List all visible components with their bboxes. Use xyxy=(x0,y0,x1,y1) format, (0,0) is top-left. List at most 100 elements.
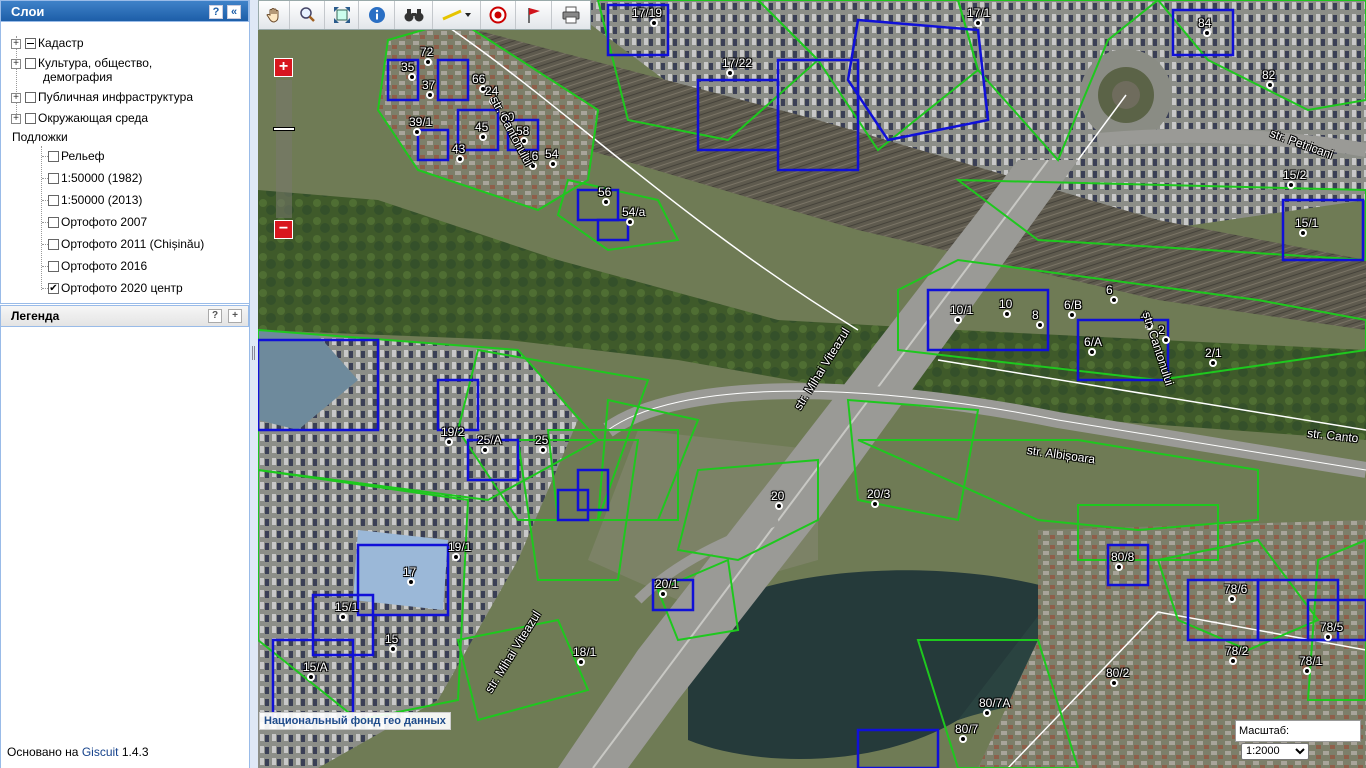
parcel-point-icon xyxy=(479,85,487,93)
scale-select[interactable]: 1:2000 xyxy=(1241,742,1309,760)
layer-label: Кадастр xyxy=(38,36,84,50)
basemap-ortho-2007[interactable]: Ортофото 2007 xyxy=(48,213,147,231)
zoom-slider-thumb[interactable] xyxy=(273,127,295,131)
footer-version: 1.4.3 xyxy=(121,745,149,759)
parcel-point-icon xyxy=(959,735,967,743)
parcel-point-icon xyxy=(481,446,489,454)
layer-checkbox[interactable] xyxy=(25,58,36,70)
help-button[interactable]: ? xyxy=(209,5,223,19)
basemap-ortho-2011[interactable]: Ортофото 2011 (Chișinău) xyxy=(48,235,204,253)
parcel-point-icon xyxy=(659,590,667,598)
expand-icon[interactable]: + xyxy=(11,38,21,49)
parcel-point-icon xyxy=(408,73,416,81)
parcel-point-icon xyxy=(479,133,487,141)
parcel-point-icon xyxy=(426,91,434,99)
parcel-point-icon xyxy=(389,645,397,653)
expand-icon[interactable]: + xyxy=(11,92,21,103)
parcel-point-icon xyxy=(424,58,432,66)
parcel-point-icon xyxy=(1036,321,1044,329)
expand-icon[interactable]: + xyxy=(11,113,21,124)
legend-help-button[interactable]: ? xyxy=(208,309,222,323)
zoom-slider-track[interactable] xyxy=(273,80,295,218)
basemap-radio[interactable] xyxy=(48,195,59,207)
footer: Основано на Giscuit 1.4.3 xyxy=(7,745,149,759)
footer-prefix: Основано на xyxy=(7,745,79,759)
basemap-label: Ортофото 2011 (Chișinău) xyxy=(61,237,205,251)
panel-splitter[interactable] xyxy=(250,0,258,768)
legend-expand-button[interactable]: + xyxy=(228,309,242,323)
layer-checkbox[interactable] xyxy=(25,113,36,125)
basemap-radio[interactable] xyxy=(48,239,59,251)
layers-panel-title: Слои xyxy=(11,4,45,19)
flag-icon[interactable] xyxy=(516,1,553,29)
parcel-point-icon xyxy=(1110,296,1118,304)
parcel-point-icon xyxy=(307,673,315,681)
parcel-point-icon xyxy=(1209,359,1217,367)
parcel-point-icon xyxy=(775,502,783,510)
basemap-label: Ортофото 2007 xyxy=(61,215,148,229)
basemap-ortho-2020[interactable]: ✔ Ортофото 2020 центр xyxy=(48,279,183,297)
measure-icon[interactable] xyxy=(433,1,481,29)
layer-label: Окружающая среда xyxy=(38,111,149,125)
parcel-point-icon xyxy=(407,578,415,586)
left-panel: Слои ? « + Кадастр + Культура, общество, д… xyxy=(0,0,250,768)
zoom-control: + − xyxy=(273,58,295,240)
legend-title: Легенда xyxy=(11,309,60,323)
info-icon[interactable] xyxy=(359,1,396,29)
scale-control: Масштаб: 1:2000 xyxy=(1235,720,1361,760)
giscuit-link[interactable]: Giscuit xyxy=(82,745,119,759)
basemap-label: Ортофото 2016 xyxy=(61,259,148,273)
legend-panel-header: Легенда ? + xyxy=(0,305,249,327)
parcel-point-icon xyxy=(452,553,460,561)
parcel-point-icon xyxy=(445,438,453,446)
binoculars-icon[interactable] xyxy=(395,1,433,29)
scale-label: Масштаб: xyxy=(1239,725,1290,737)
zoom-out-button[interactable]: − xyxy=(274,220,293,239)
parcel-point-icon xyxy=(1266,81,1274,89)
basemap-50000-1982[interactable]: 1:50000 (1982) xyxy=(48,169,142,187)
basemap-label: 1:50000 (2013) xyxy=(61,193,143,207)
zoom-box-icon[interactable] xyxy=(290,1,325,29)
parcel-point-icon xyxy=(1324,633,1332,641)
layer-label: Публичная инфраструктура xyxy=(38,90,193,104)
basemap-label: 1:50000 (1982) xyxy=(61,171,143,185)
basemap-radio[interactable] xyxy=(48,151,59,163)
layer-tree: + Кадастр + Культура, общество, демография… xyxy=(0,22,249,304)
target-icon[interactable] xyxy=(481,1,517,29)
parcel-point-icon xyxy=(413,128,421,136)
checkmark-icon[interactable]: ✔ xyxy=(48,283,59,295)
basemap-radio[interactable] xyxy=(48,173,59,185)
layer-group-cadastre[interactable]: + Кадастр xyxy=(11,34,84,52)
parcel-point-icon xyxy=(1110,679,1118,687)
layer-group-environment[interactable]: + Окружающая среда xyxy=(11,109,148,127)
parcel-point-icon xyxy=(549,160,557,168)
parcel-point-icon xyxy=(1303,667,1311,675)
expand-icon[interactable]: + xyxy=(11,58,21,69)
parcel-point-icon xyxy=(1115,563,1123,571)
parcel-point-icon xyxy=(1003,310,1011,318)
parcel-point-icon xyxy=(1068,311,1076,319)
map-canvas[interactable]: 17/19 17/1 84 72 35 37 66 24 30 39/1 45 58 43 16 54 56 5… xyxy=(258,0,1366,768)
basemap-radio[interactable] xyxy=(48,217,59,229)
basemap-relief[interactable]: Рельеф xyxy=(48,147,105,165)
parcel-point-icon xyxy=(983,709,991,717)
collapse-panel-button[interactable]: « xyxy=(227,5,241,19)
layer-label-continued: демография xyxy=(43,70,113,84)
basemap-radio[interactable] xyxy=(48,261,59,273)
parcel-point-icon xyxy=(1203,29,1211,37)
basemap-ortho-2016[interactable]: Ортофото 2016 xyxy=(48,257,147,275)
parcel-point-icon xyxy=(650,19,658,27)
basemap-label: Рельеф xyxy=(61,149,105,163)
basemap-50000-2013[interactable]: 1:50000 (2013) xyxy=(48,191,142,209)
layer-group-public-infrastructure[interactable]: + Публичная инфраструктура xyxy=(11,88,193,106)
layer-checkbox[interactable] xyxy=(25,92,36,104)
hand-icon[interactable] xyxy=(259,1,290,29)
parcel-point-icon xyxy=(602,198,610,206)
basemap-label: Ортофото 2020 центр xyxy=(61,281,183,295)
layers-panel-header: Слои ? « xyxy=(0,0,249,22)
legend-body xyxy=(0,327,249,768)
print-icon[interactable] xyxy=(552,1,590,29)
layer-checkbox[interactable] xyxy=(25,38,36,50)
full-extent-icon[interactable] xyxy=(325,1,360,29)
zoom-in-button[interactable]: + xyxy=(274,58,293,77)
